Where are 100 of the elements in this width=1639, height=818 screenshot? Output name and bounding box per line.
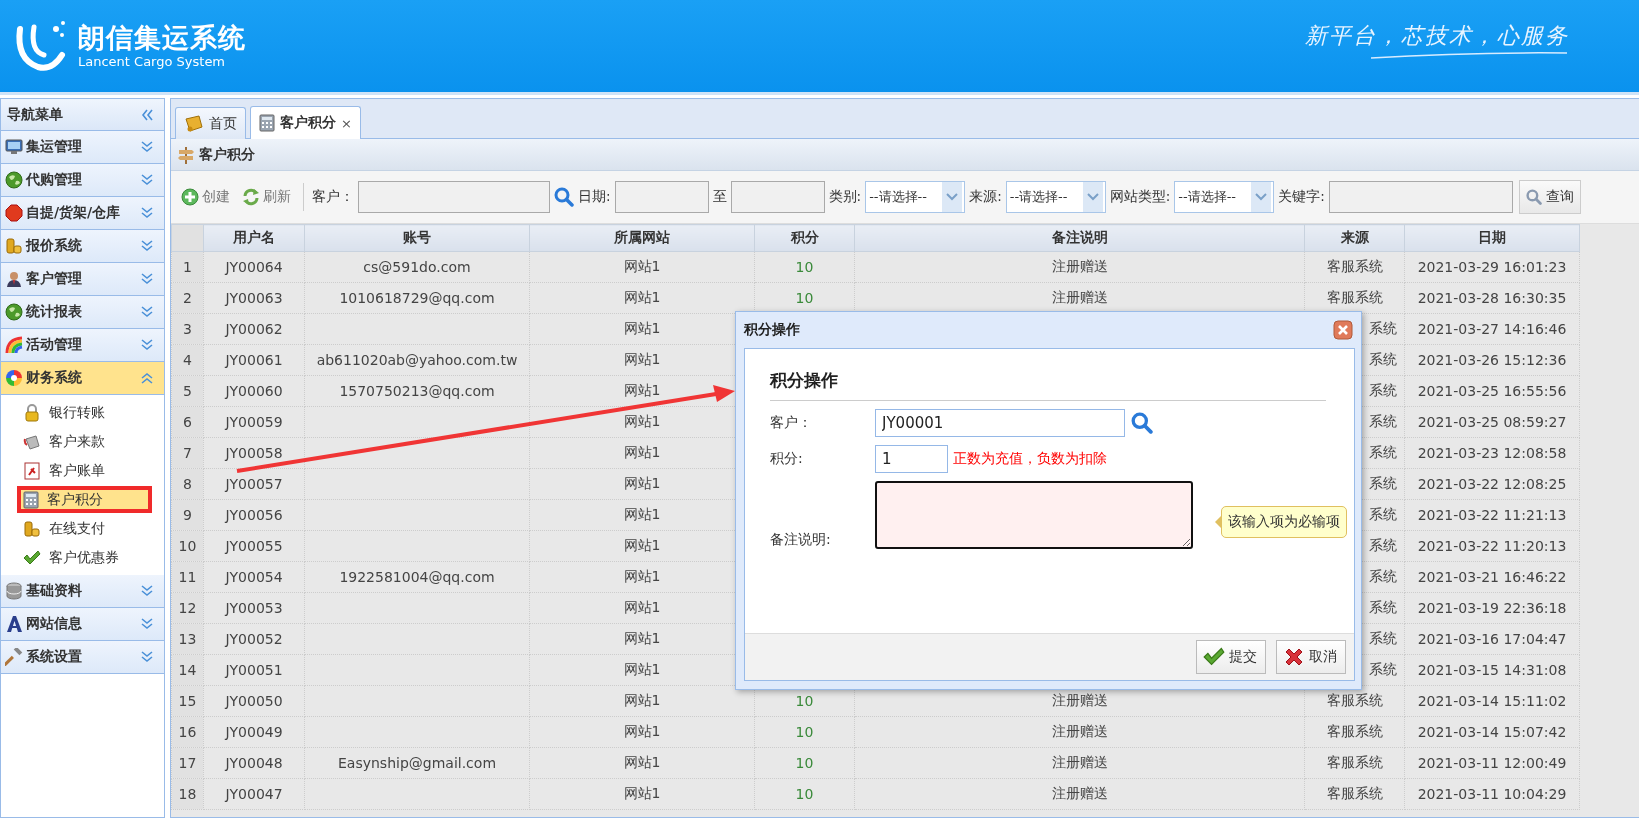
row-number: 15	[171, 685, 204, 717]
expand-icon	[140, 272, 154, 286]
table-cell: 客服系统	[1304, 716, 1405, 748]
expand-icon	[140, 305, 154, 319]
menu-item[interactable]: 客户来款	[1, 428, 164, 455]
app-title: 朗信集运系统	[78, 22, 246, 54]
menu-group[interactable]: 自提/货架/仓库	[1, 197, 164, 230]
menu-item[interactable]: 客户账单	[1, 457, 164, 484]
column-header[interactable]: 积分	[754, 224, 855, 252]
panel-title: 客户积分	[199, 145, 255, 164]
check-icon	[23, 548, 41, 567]
input-field[interactable]	[358, 181, 550, 213]
close-button[interactable]: ×	[341, 115, 352, 131]
table-cell: 2021-03-14 15:07:42	[1404, 716, 1580, 748]
input-field[interactable]	[730, 181, 825, 213]
menu-group[interactable]: 集运管理	[1, 131, 164, 164]
table-cell: 2021-03-23 12:08:58	[1404, 437, 1580, 469]
search-button[interactable]: 查询	[1518, 180, 1581, 214]
menu-item[interactable]: 在线支付	[1, 515, 164, 542]
row-number: 1	[171, 251, 204, 283]
expand-icon	[140, 140, 154, 154]
toolbar-button[interactable]: 刷新	[238, 183, 295, 211]
table-cell: 2021-03-11 12:00:49	[1404, 747, 1580, 779]
filter-label: 网站类型:	[1109, 188, 1171, 206]
text-area[interactable]	[875, 481, 1193, 549]
column-header[interactable]: 用户名	[203, 224, 305, 252]
table-cell: 2021-03-16 17:04:47	[1404, 623, 1580, 655]
table-cell: 10	[754, 251, 855, 283]
input-field[interactable]	[614, 181, 709, 213]
row-number: 5	[171, 375, 204, 407]
column-header[interactable]: 来源	[1304, 224, 1405, 252]
close-button[interactable]	[1333, 320, 1353, 340]
slogan: 新平台，芯技术，心服务	[1305, 22, 1569, 50]
menu-item[interactable]: 银行转账	[1, 399, 164, 426]
table-cell: 网站1	[529, 716, 755, 748]
table-cell: JY00047	[203, 778, 305, 810]
table-cell: 网站1	[529, 778, 755, 810]
menu-group[interactable]: 代购管理	[1, 164, 164, 197]
expand-icon	[140, 338, 154, 352]
table-cell: 1570750213@qq.com	[304, 375, 530, 407]
table-cell: 网站1	[529, 747, 755, 779]
column-header[interactable]: 备注说明	[854, 224, 1305, 252]
dropdown[interactable]: --请选择--	[1174, 181, 1275, 213]
collapse-icon[interactable]	[140, 107, 154, 122]
menu-item[interactable]: 客户积分	[17, 486, 152, 513]
table-cell: 2021-03-29 16:01:23	[1404, 251, 1580, 283]
table-cell: Easynship@gmail.com	[304, 747, 530, 779]
collapse-icon	[140, 371, 154, 385]
menu-group[interactable]: 财务系统	[1, 362, 164, 395]
row-number: 7	[171, 437, 204, 469]
globe-icon	[5, 303, 23, 321]
globe-icon	[5, 171, 23, 189]
menu-group[interactable]: 系统设置	[1, 641, 164, 674]
filter-label: 关键字:	[1278, 188, 1325, 206]
tab[interactable]: 首页	[175, 107, 246, 139]
menu-group[interactable]: 活动管理	[1, 329, 164, 362]
table-cell: 10	[754, 716, 855, 748]
dropdown[interactable]: --请选择--	[1005, 181, 1106, 213]
row-number: 13	[171, 623, 204, 655]
row-number: 10	[171, 530, 204, 562]
menu-group[interactable]: 网站信息	[1, 608, 164, 641]
form-heading: 积分操作	[770, 365, 1326, 401]
table-cell: JY00054	[203, 561, 305, 593]
monitor-icon	[5, 139, 23, 155]
input-field[interactable]	[1328, 181, 1513, 213]
table-cell: JY00049	[203, 716, 305, 748]
filter-label: 客户：	[312, 188, 354, 206]
menu-group[interactable]: 客户管理	[1, 263, 164, 296]
field-label: 客户：	[770, 414, 813, 432]
hammer-icon	[5, 648, 23, 666]
toolbar-button[interactable]: 创建	[177, 183, 234, 211]
person-icon	[5, 270, 23, 288]
input-field[interactable]: JY00001	[875, 409, 1125, 437]
row-number: 14	[171, 654, 204, 686]
column-header[interactable]: 所属网站	[529, 224, 755, 252]
table-cell: 2021-03-27 14:16:46	[1404, 313, 1580, 345]
table-cell: 2021-03-21 16:46:22	[1404, 561, 1580, 593]
tab[interactable]: 客户积分 ×	[250, 106, 361, 139]
row-number: 2	[171, 282, 204, 314]
table-cell: 2021-03-22 12:08:25	[1404, 468, 1580, 500]
menu-item[interactable]: 客户优惠券	[1, 544, 164, 571]
search-icon[interactable]	[554, 187, 574, 207]
menu-group[interactable]: 统计报表	[1, 296, 164, 329]
dropdown[interactable]: --请选择--	[865, 181, 966, 213]
check-icon	[1203, 646, 1225, 668]
submit-button[interactable]: 提交	[1196, 640, 1266, 674]
field-label: 备注说明:	[770, 531, 832, 549]
expand-icon	[140, 173, 154, 187]
column-header[interactable]: 日期	[1404, 224, 1580, 252]
expand-icon	[140, 239, 154, 253]
table-cell: 2021-03-25 08:59:27	[1404, 406, 1580, 438]
menu-group[interactable]: 基础资料	[1, 575, 164, 608]
input-field[interactable]: 1	[875, 445, 948, 473]
cancel-button[interactable]: 取消	[1276, 640, 1346, 674]
column-header[interactable]: 账号	[304, 224, 530, 252]
menu-group[interactable]: 报价系统	[1, 230, 164, 263]
search-icon[interactable]	[1131, 412, 1153, 434]
table-cell: 2021-03-14 15:11:02	[1404, 685, 1580, 717]
table-cell: JY00052	[203, 623, 305, 655]
table-cell: 2021-03-15 14:31:08	[1404, 654, 1580, 686]
